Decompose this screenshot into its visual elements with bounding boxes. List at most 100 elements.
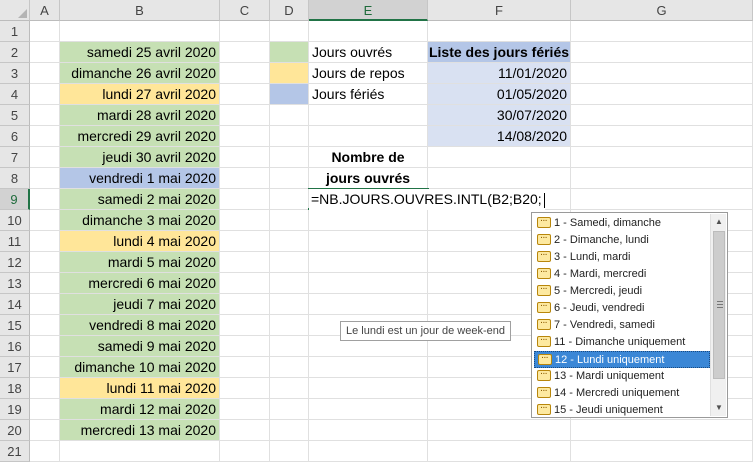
legend-swatch-holiday <box>270 84 308 104</box>
dropdown-option[interactable]: ··· 2 - Dimanche, lundi <box>534 232 710 249</box>
constant-value-icon: ··· <box>537 284 551 296</box>
dropdown-option-label: 14 - Mercredi uniquement <box>554 387 680 399</box>
column-header-g[interactable]: G <box>571 0 753 21</box>
legend-label-workday: Jours ouvrés <box>312 44 393 60</box>
legend-swatch-workday <box>270 42 308 62</box>
row-header[interactable]: 14 <box>0 294 30 315</box>
row-header[interactable]: 7 <box>0 147 30 168</box>
date-cell[interactable]: lundi 11 mai 2020 <box>60 378 219 398</box>
dropdown-option-label: 12 - Lundi uniquement <box>555 354 665 366</box>
argument-tooltip: Le lundi est un jour de week-end <box>340 321 511 341</box>
date-cell[interactable]: vendredi 8 mai 2020 <box>60 315 219 335</box>
text-cursor <box>543 192 545 208</box>
dropdown-option[interactable]: ··· 5 - Mercredi, jeudi <box>534 283 710 300</box>
dropdown-option[interactable]: ··· 14 - Mercredi uniquement <box>534 385 710 402</box>
constant-value-icon: ··· <box>537 318 551 330</box>
dropdown-option-label: 3 - Lundi, mardi <box>554 251 631 263</box>
legend-label-holiday: Jours fériés <box>312 86 385 102</box>
column-header-d[interactable]: D <box>270 0 309 21</box>
row-header[interactable]: 20 <box>0 420 30 441</box>
row-header[interactable]: 2 <box>0 42 30 63</box>
date-cell[interactable]: jeudi 30 avril 2020 <box>60 147 219 167</box>
dropdown-option-label: 2 - Dimanche, lundi <box>554 234 649 246</box>
dropdown-option-label: 4 - Mardi, mercredi <box>554 268 647 280</box>
column-header-b[interactable]: B <box>60 0 220 21</box>
row-header[interactable]: 8 <box>0 168 30 189</box>
row-header[interactable]: 6 <box>0 126 30 147</box>
date-cell[interactable]: jeudi 7 mai 2020 <box>60 294 219 314</box>
row-header[interactable]: 5 <box>0 105 30 126</box>
date-cell[interactable]: dimanche 3 mai 2020 <box>60 210 219 230</box>
constant-value-icon: ··· <box>538 353 552 365</box>
dropdown-option[interactable]: ··· 13 - Mardi uniquement <box>534 368 710 385</box>
date-cell[interactable]: dimanche 10 mai 2020 <box>60 357 219 377</box>
row-header[interactable]: 15 <box>0 315 30 336</box>
formula-text: =NB.JOURS.OUVRES.INTL(B2;B20; <box>311 191 542 207</box>
result-label-line1: Nombre de <box>331 149 405 165</box>
constant-value-icon: ··· <box>537 216 551 228</box>
row-header[interactable]: 4 <box>0 84 30 105</box>
scroll-thumb[interactable] <box>713 231 725 379</box>
dropdown-option-label: 6 - Jeudi, vendredi <box>554 302 645 314</box>
dropdown-option[interactable]: ··· 11 - Dimanche uniquement <box>534 334 710 351</box>
holiday-date-4[interactable]: 14/08/2020 <box>428 126 570 146</box>
holiday-date-3[interactable]: 30/07/2020 <box>428 105 570 125</box>
row-header[interactable]: 13 <box>0 273 30 294</box>
dropdown-option[interactable]: ··· 12 - Lundi uniquement <box>534 351 710 368</box>
dropdown-option-label: 15 - Jeudi uniquement <box>554 404 663 416</box>
date-cell[interactable]: mercredi 13 mai 2020 <box>60 420 219 440</box>
date-cell[interactable]: dimanche 26 avril 2020 <box>60 63 219 83</box>
date-cell[interactable]: mercredi 29 avril 2020 <box>60 126 219 146</box>
spreadsheet[interactable]: A B C D E F G 1 2 3 4 5 6 7 8 9 10 11 12 13 14 15 16 17 1… <box>0 0 753 462</box>
dropdown-option[interactable]: ··· 1 - Samedi, dimanche <box>534 215 710 232</box>
row-header[interactable]: 16 <box>0 336 30 357</box>
scroll-down-arrow-icon[interactable]: ▼ <box>711 400 727 416</box>
date-cell[interactable]: mercredi 6 mai 2020 <box>60 273 219 293</box>
column-header-c[interactable]: C <box>220 0 270 21</box>
dropdown-option-label: 5 - Mercredi, jeudi <box>554 285 643 297</box>
dropdown-option[interactable]: ··· 3 - Lundi, mardi <box>534 249 710 266</box>
holidays-header: Liste des jours fériés <box>428 42 570 62</box>
date-cell[interactable]: mardi 5 mai 2020 <box>60 252 219 272</box>
dropdown-option-label: 7 - Vendredi, samedi <box>554 319 655 331</box>
row-header[interactable]: 3 <box>0 63 30 84</box>
column-header-a[interactable]: A <box>30 0 60 21</box>
date-cell[interactable]: mardi 12 mai 2020 <box>60 399 219 419</box>
column-header-f[interactable]: F <box>428 0 571 21</box>
row-header[interactable]: 18 <box>0 378 30 399</box>
row-header[interactable]: 17 <box>0 357 30 378</box>
select-all-corner[interactable] <box>0 0 30 21</box>
constant-value-icon: ··· <box>537 267 551 279</box>
result-label-line2: jours ouvrés <box>325 170 411 186</box>
row-header[interactable]: 9 <box>0 189 30 210</box>
dropdown-option-label: 11 - Dimanche uniquement <box>554 336 686 348</box>
date-cell[interactable]: mardi 28 avril 2020 <box>60 105 219 125</box>
date-cell[interactable]: samedi 25 avril 2020 <box>60 42 219 62</box>
date-cell[interactable]: lundi 27 avril 2020 <box>60 84 219 104</box>
holiday-date-2[interactable]: 01/05/2020 <box>428 84 570 104</box>
formula-in-cell[interactable]: =NB.JOURS.OUVRES.INTL(B2;B20; <box>309 189 545 210</box>
row-header[interactable]: 12 <box>0 252 30 273</box>
dropdown-option[interactable]: ··· 7 - Vendredi, samedi <box>534 317 710 334</box>
dropdown-option-label: 13 - Mardi uniquement <box>554 370 665 382</box>
holiday-date-1[interactable]: 11/01/2020 <box>428 63 570 83</box>
row-header[interactable]: 11 <box>0 231 30 252</box>
row-header[interactable]: 21 <box>0 441 30 462</box>
column-header-e[interactable]: E <box>309 0 428 21</box>
legend-swatch-restday <box>270 63 308 83</box>
row-header[interactable]: 10 <box>0 210 30 231</box>
date-cell[interactable]: samedi 2 mai 2020 <box>60 189 219 209</box>
constant-value-icon: ··· <box>537 301 551 313</box>
row-header[interactable]: 19 <box>0 399 30 420</box>
scroll-up-arrow-icon[interactable]: ▲ <box>711 214 727 230</box>
date-cell[interactable]: samedi 9 mai 2020 <box>60 336 219 356</box>
date-cell[interactable]: lundi 4 mai 2020 <box>60 231 219 251</box>
date-cell[interactable]: vendredi 1 mai 2020 <box>60 168 219 188</box>
dropdown-option[interactable]: ··· 4 - Mardi, mercredi <box>534 266 710 283</box>
dropdown-option[interactable]: ··· 6 - Jeudi, vendredi <box>534 300 710 317</box>
dropdown-scrollbar[interactable]: ▲ ▼ <box>710 214 726 416</box>
row-header[interactable]: 1 <box>0 21 30 42</box>
dropdown-option[interactable]: ··· 15 - Jeudi uniquement <box>534 402 710 419</box>
dropdown-option-label: 1 - Samedi, dimanche <box>554 217 661 229</box>
autocomplete-dropdown[interactable]: ··· 1 - Samedi, dimanche ··· 2 - Dimanche, … <box>531 212 728 418</box>
